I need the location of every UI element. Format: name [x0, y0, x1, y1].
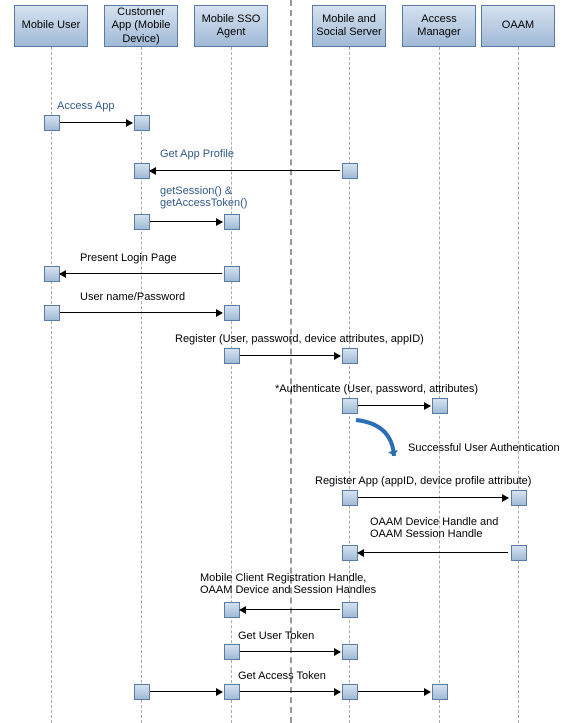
- success-arrow-icon: [350, 418, 406, 462]
- sequence-diagram: Mobile User Customer App (Mobile Device)…: [0, 0, 562, 723]
- lane-access-manager: Access Manager: [402, 5, 476, 47]
- msg-credentials: User name/Password: [80, 291, 185, 303]
- lane-mobile-user: Mobile User: [14, 5, 88, 47]
- msg-success-auth: Successful User Authentication: [408, 442, 560, 454]
- msg-present-login: Present Login Page: [80, 252, 177, 264]
- msg-get-access-token: Get Access Token: [238, 670, 326, 682]
- msg-register-app: Register App (appID, device profile attr…: [315, 475, 531, 487]
- msg-get-user-token: Get User Token: [238, 630, 314, 642]
- msg-authenticate: *Authenticate (User, password, attribute…: [275, 383, 478, 395]
- lane-customer-app: Customer App (Mobile Device): [104, 5, 178, 47]
- msg-client-reg-handle: Mobile Client Registration Handle, OAAM …: [200, 572, 376, 596]
- msg-get-session: getSession() & getAccessToken(): [160, 185, 247, 209]
- msg-register: Register (User, password, device attribu…: [175, 333, 424, 345]
- msg-access-app: Access App: [57, 100, 114, 112]
- lane-oaam: OAAM: [481, 5, 555, 47]
- msg-oaam-handle: OAAM Device Handle and OAAM Session Hand…: [370, 516, 498, 540]
- msg-get-app-profile: Get App Profile: [160, 148, 234, 160]
- lane-mobile-sso-agent: Mobile SSO Agent: [194, 5, 268, 47]
- lane-mobile-social-server: Mobile and Social Server: [312, 5, 386, 47]
